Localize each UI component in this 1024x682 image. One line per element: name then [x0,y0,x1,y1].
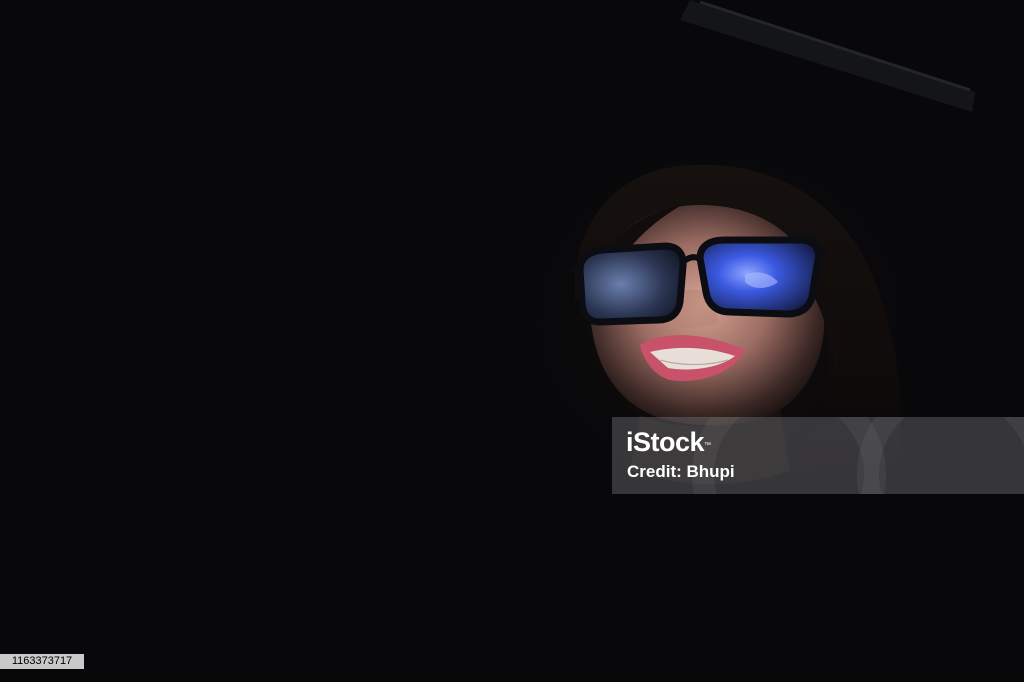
stock-watermark: iStock™ Credit: Bhupi [612,417,1024,494]
image-id-label: 1163373717 [0,654,84,669]
watermark-ghost-ring [857,417,1024,494]
watermark-credit: Credit: Bhupi [627,462,735,481]
watermark-logo: iStock™ [626,427,711,457]
photo-stage: iStock™ Credit: Bhupi 1163373717 [0,0,1024,682]
portrait-photo [460,0,980,550]
